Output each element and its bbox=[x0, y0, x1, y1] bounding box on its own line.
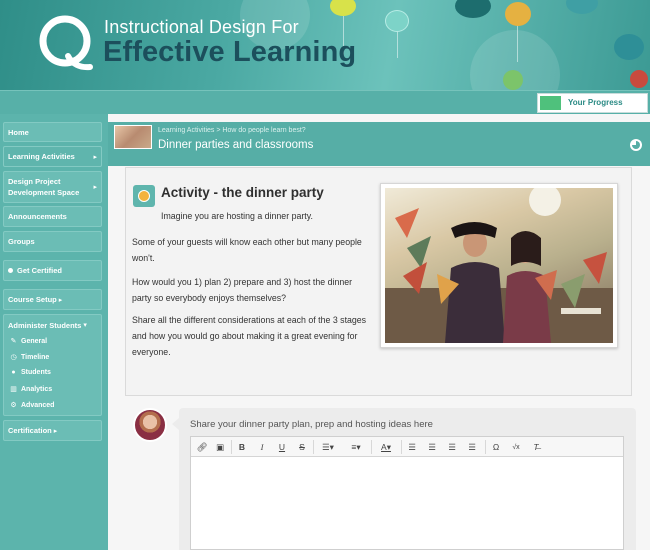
cogs-icon: ⚙ bbox=[10, 402, 17, 409]
balloon-dark-teal bbox=[455, 0, 491, 18]
progress-bar-fill bbox=[540, 96, 561, 110]
bold-icon[interactable]: B bbox=[235, 440, 249, 454]
dinner-party-photo bbox=[380, 183, 618, 348]
formula-icon[interactable]: √x bbox=[509, 440, 523, 454]
sidebar-item-certification[interactable]: Certification ▸ bbox=[3, 420, 102, 441]
text-color-icon[interactable]: A▾ bbox=[375, 440, 397, 454]
header-banner: Instructional Design For Effective Learn… bbox=[0, 0, 650, 90]
balloon-teal bbox=[385, 10, 409, 32]
admin-sub-label: Analytics bbox=[21, 385, 53, 393]
admin-sub-advanced[interactable]: ⚙ Advanced bbox=[10, 401, 55, 410]
link-icon[interactable]: 🔗︎ bbox=[195, 440, 209, 454]
admin-sub-analytics[interactable]: ▥ Analytics bbox=[10, 385, 53, 394]
chevron-right-icon: ▸ bbox=[93, 183, 97, 191]
activity-icon bbox=[133, 185, 155, 207]
strikethrough-icon[interactable]: S bbox=[295, 440, 309, 454]
photo-illustration bbox=[385, 188, 613, 343]
balloon-string bbox=[397, 28, 398, 58]
caret-right-icon: ▸ bbox=[53, 427, 58, 435]
admin-sub-label: General bbox=[21, 337, 48, 345]
bar-chart-icon: ▥ bbox=[10, 386, 17, 393]
italic-icon[interactable]: I bbox=[255, 440, 269, 454]
sidebar-item-announcements[interactable]: Announcements bbox=[3, 206, 102, 227]
page-title: Dinner parties and classrooms bbox=[158, 139, 314, 151]
balloon-yellow-green bbox=[330, 0, 356, 16]
pencil-icon: ✎ bbox=[10, 338, 17, 345]
sidebar-item-label: Certification bbox=[8, 426, 52, 435]
activity-intro: Imagine you are hosting a dinner party. bbox=[161, 211, 313, 221]
bullet-list-icon[interactable]: ☰▾ bbox=[317, 440, 339, 454]
comment-composer: Share your dinner party plan, prep and h… bbox=[172, 408, 636, 550]
admin-sub-label: Timeline bbox=[21, 353, 50, 361]
sidebar-item-label: Announcements bbox=[8, 212, 67, 221]
balloon-blue bbox=[566, 0, 598, 14]
align-left-icon[interactable]: ☰ bbox=[405, 440, 419, 454]
align-right-icon[interactable]: ☰ bbox=[445, 440, 459, 454]
sidebar-item-label: Course Setup bbox=[8, 295, 57, 304]
activity-paragraph: Some of your guests will know each other… bbox=[132, 237, 362, 263]
page-header: Learning Activities > How do people lear… bbox=[108, 122, 650, 166]
admin-sub-label: Students bbox=[21, 369, 51, 376]
balloon-string bbox=[517, 22, 518, 62]
balloon-blue bbox=[614, 34, 644, 60]
chevron-right-icon: ▸ bbox=[93, 153, 97, 161]
balloon-red bbox=[630, 70, 648, 88]
align-center-icon[interactable]: ☰ bbox=[425, 440, 439, 454]
comment-prompt: Share your dinner party plan, prep and h… bbox=[190, 419, 433, 430]
sidebar-item-label: Get Certified bbox=[17, 266, 63, 275]
sidebar-item-home[interactable]: Home bbox=[3, 122, 102, 142]
sidebar-item-label: Home bbox=[8, 127, 29, 137]
sidebar-item-label: Learning Activities bbox=[8, 152, 75, 161]
activity-title: Activity - the dinner party bbox=[161, 185, 324, 200]
admin-sub-timeline[interactable]: ◷ Timeline bbox=[10, 353, 50, 362]
site-title-line1: Instructional Design For bbox=[104, 17, 299, 37]
clear-formatting-icon[interactable]: T̶ bbox=[529, 440, 543, 454]
avatar bbox=[133, 408, 167, 442]
justify-icon[interactable]: ☰ bbox=[465, 440, 479, 454]
admin-sub-students[interactable]: ● Students bbox=[10, 369, 51, 376]
site-title-line2: Effective Learning bbox=[103, 36, 357, 68]
activity-card: Activity - the dinner party Imagine you … bbox=[125, 167, 632, 396]
rich-text-editor[interactable]: 🔗︎ ▣ B I U S ☰▾ ≡▾ A▾ ☰ ☰ ☰ ☰ Ω √x T̶ bbox=[190, 436, 624, 550]
caret-down-icon: ▾ bbox=[83, 322, 87, 329]
balloon-orange bbox=[505, 2, 531, 26]
admin-sub-label: Advanced bbox=[21, 401, 55, 409]
caret-right-icon: ▸ bbox=[58, 296, 63, 304]
sidebar-item-design-project[interactable]: Design Project Development Space ▸ bbox=[3, 171, 102, 203]
numbered-list-icon[interactable]: ≡▾ bbox=[345, 440, 367, 454]
record-dot-icon bbox=[8, 268, 13, 273]
admin-sub-general[interactable]: ✎ General bbox=[10, 337, 48, 346]
sidebar-item-label: Design Project Development Space bbox=[8, 177, 80, 197]
progress-widget[interactable]: Your Progress bbox=[537, 93, 648, 113]
special-character-icon[interactable]: Ω bbox=[489, 440, 503, 454]
sidebar-item-groups[interactable]: Groups bbox=[3, 231, 102, 252]
breadcrumb[interactable]: Learning Activities > How do people lear… bbox=[158, 127, 306, 134]
sidebar: Home Learning Activities ▸ Design Projec… bbox=[0, 114, 108, 550]
sidebar-item-get-certified[interactable]: Get Certified bbox=[3, 260, 102, 281]
sidebar-item-course-setup[interactable]: Course Setup ▸ bbox=[3, 289, 102, 310]
activity-thumbnail bbox=[114, 125, 152, 149]
image-icon[interactable]: ▣ bbox=[213, 440, 227, 454]
clock-icon: ◷ bbox=[10, 354, 17, 361]
activity-paragraph: How would you 1) plan 2) prepare and 3) … bbox=[132, 277, 353, 303]
completion-pie-icon[interactable] bbox=[630, 139, 642, 151]
editor-toolbar: 🔗︎ ▣ B I U S ☰▾ ≡▾ A▾ ☰ ☰ ☰ ☰ Ω √x T̶ bbox=[191, 437, 623, 457]
progress-label: Your Progress bbox=[568, 98, 623, 107]
underline-icon[interactable]: U bbox=[275, 440, 289, 454]
logo-q-icon[interactable] bbox=[36, 12, 94, 72]
activity-paragraph: Share all the different considerations a… bbox=[132, 315, 367, 357]
main-content: Learning Activities > How do people lear… bbox=[108, 114, 650, 550]
person-icon: ● bbox=[11, 369, 16, 376]
sidebar-item-label: Groups bbox=[8, 237, 35, 246]
sidebar-item-label: Administer Students bbox=[8, 321, 82, 330]
balloon-green bbox=[503, 70, 523, 90]
sidebar-item-learning-activities[interactable]: Learning Activities ▸ bbox=[3, 146, 102, 167]
